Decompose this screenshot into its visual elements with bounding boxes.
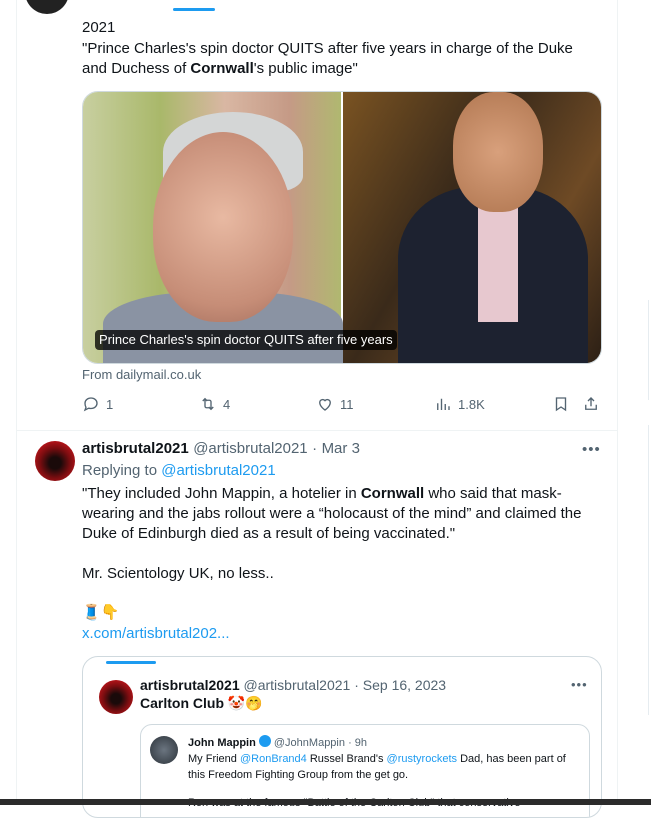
- avatar[interactable]: [35, 441, 75, 481]
- timestamp: Sep 16, 2023: [362, 677, 447, 693]
- spin-doctor-photo: [343, 92, 601, 363]
- quote-indicator: [106, 661, 156, 664]
- reply-button[interactable]: 1: [82, 395, 113, 413]
- link-source[interactable]: From dailymail.co.uk: [82, 367, 201, 382]
- nested-quote-text: My Friend @RonBrand4 Russel Brand's @rus…: [188, 753, 566, 781]
- replying-to-link[interactable]: @artisbrutal2021: [161, 462, 275, 479]
- tweet-actions: 1 4 11 1.8K: [82, 395, 600, 415]
- quote-text: Carlton Club 🤡🤭: [140, 695, 263, 711]
- replying-to: Replying to @artisbrutal2021: [82, 462, 276, 479]
- like-count: 11: [340, 396, 354, 412]
- more-options-icon[interactable]: •••: [571, 677, 588, 692]
- tweet-text-headline: "Prince Charles's spin doctor QUITS afte…: [82, 40, 573, 77]
- reply-count: 1: [106, 396, 114, 412]
- more-options-icon[interactable]: •••: [582, 441, 601, 458]
- view-count: 1.8K: [458, 396, 485, 412]
- retweet-count: 4: [223, 396, 231, 412]
- link-card-media[interactable]: Prince Charles's spin doctor QUITS after…: [82, 91, 602, 364]
- display-name: John Mappin: [188, 737, 256, 749]
- avatar[interactable]: [99, 680, 133, 714]
- share-icon: [585, 397, 597, 410]
- right-sidebar: [618, 0, 651, 805]
- tweet-emojis: 🧵👇: [82, 604, 120, 621]
- like-button[interactable]: 11: [316, 395, 354, 413]
- timestamp: 9h: [354, 737, 368, 749]
- nested-quote-header: John Mappin @JohnMappin · 9h: [188, 735, 368, 749]
- prince-charles-photo: [83, 92, 343, 363]
- share-button[interactable]: [582, 395, 606, 413]
- tweet-body-line2: Mr. Scientology UK, no less..: [82, 565, 274, 582]
- heart-icon: [319, 398, 331, 411]
- display-name[interactable]: artisbrutal2021: [82, 440, 189, 457]
- bottom-bar: [0, 799, 651, 805]
- handle[interactable]: @artisbrutal2021: [193, 440, 307, 457]
- display-name[interactable]: artisbrutal2021: [140, 677, 240, 693]
- quoted-tweet[interactable]: artisbrutal2021 @artisbrutal2021 · Sep 1…: [82, 656, 602, 818]
- verified-badge-icon: [258, 735, 271, 747]
- bookmark-button[interactable]: [552, 395, 576, 413]
- left-margin: [0, 0, 16, 805]
- tweet-header: artisbrutal2021 @artisbrutal2021 · Mar 3: [82, 440, 360, 457]
- tweet-body: "They included John Mappin, a hotelier i…: [82, 485, 582, 542]
- quote-header: artisbrutal2021 @artisbrutal2021 · Sep 1…: [140, 677, 447, 693]
- views-chart-icon: [437, 398, 450, 410]
- retweet-icon: [202, 397, 214, 411]
- views-button[interactable]: 1.8K: [434, 395, 485, 413]
- retweet-button[interactable]: 4: [199, 395, 230, 413]
- scroll-indicator: [173, 8, 215, 11]
- media-caption: Prince Charles's spin doctor QUITS after…: [95, 330, 397, 350]
- avatar: [150, 736, 178, 764]
- tweet-link[interactable]: x.com/artisbrutal202...: [82, 624, 230, 644]
- timestamp[interactable]: Mar 3: [322, 440, 360, 457]
- handle: @JohnMappin: [273, 737, 345, 749]
- tweet-divider: [17, 430, 617, 431]
- bookmark-icon: [555, 397, 567, 412]
- handle: @artisbrutal2021: [243, 677, 351, 693]
- reply-icon: [83, 397, 98, 412]
- tweet-text-year: 2021: [82, 19, 116, 36]
